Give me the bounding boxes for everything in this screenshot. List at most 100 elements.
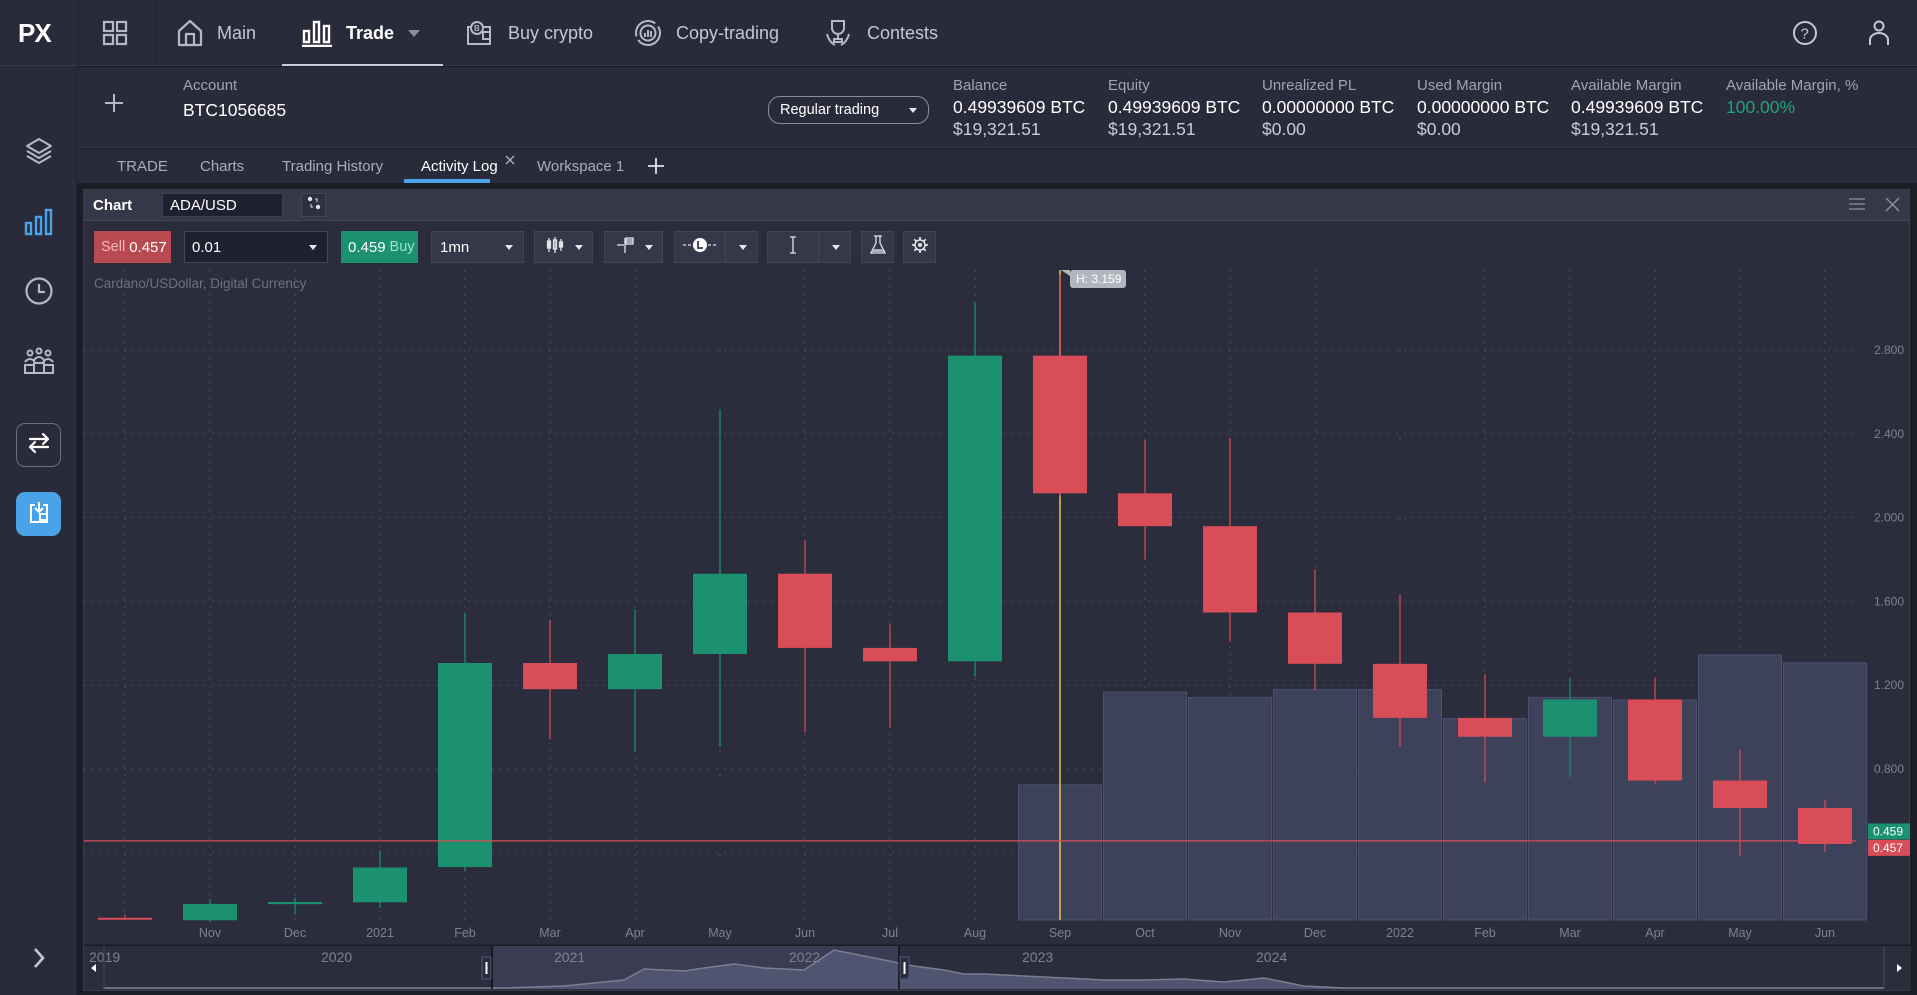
chevron-down-icon xyxy=(408,29,421,37)
nav-trade[interactable]: Trade xyxy=(302,0,421,66)
nav-main[interactable]: Main xyxy=(177,0,256,66)
candle-down xyxy=(778,573,832,648)
drawing-tools-select[interactable] xyxy=(674,231,758,263)
stat-used-margin: Used Margin 0.00000000 BTC $0.00 xyxy=(1417,77,1550,139)
candle-down xyxy=(1628,699,1682,781)
account-label: Account xyxy=(183,77,238,94)
timeframe-select[interactable]: 1mn xyxy=(431,231,524,263)
chart-subtitle: Cardano/USDollar, Digital Currency xyxy=(94,276,307,291)
x-axis-tick-label: 2022 xyxy=(1386,926,1414,940)
stat-equity: Equity 0.49939609 BTC $19,321.51 xyxy=(1108,77,1241,139)
line-tool-icon xyxy=(683,236,717,259)
nav-buy-crypto[interactable]: B Buy crypto xyxy=(464,0,593,66)
navigator-handle-grip xyxy=(485,962,488,974)
x-axis-tick-label: Feb xyxy=(454,926,476,940)
help-icon[interactable]: ? xyxy=(1792,20,1818,51)
left-sidebar xyxy=(0,66,77,995)
buy-button[interactable]: 0.459 Buy xyxy=(341,231,418,263)
cursor-tool-select[interactable] xyxy=(767,231,851,263)
chevron-down-icon xyxy=(309,245,317,250)
trading-mode-select[interactable]: Regular trading xyxy=(768,96,929,124)
navigator-year-label: 2019 xyxy=(89,949,120,965)
stat-unrealized-pl: Unrealized PL 0.00000000 BTC $0.00 xyxy=(1262,77,1395,139)
sell-price-label: 0.457 xyxy=(1873,841,1903,855)
x-axis-tick-label: May xyxy=(708,926,732,940)
chart-title: Chart xyxy=(93,197,133,214)
stat-available-margin-percent: Available Margin, % 100.00% xyxy=(1726,77,1859,117)
candle-down xyxy=(1798,807,1852,845)
chart-menu-icon[interactable] xyxy=(1849,197,1865,216)
sidebar-item-deposit[interactable] xyxy=(16,492,61,536)
account-id: BTC1056685 xyxy=(183,100,287,120)
nav-copy-trading[interactable]: Copy-trading xyxy=(634,0,779,66)
candle-up xyxy=(268,902,322,905)
swap-arrows-icon xyxy=(27,432,51,459)
studies-button[interactable] xyxy=(861,231,894,263)
indicators-select[interactable] xyxy=(604,231,663,263)
sidebar-expand-button[interactable] xyxy=(0,935,77,985)
tab-trading-history[interactable]: Trading History xyxy=(282,149,383,183)
sidebar-item-community[interactable] xyxy=(0,338,77,388)
user-icon[interactable] xyxy=(1867,20,1891,51)
y-axis-tick-label: 2.000 xyxy=(1874,511,1904,525)
tab-workspace-1[interactable]: Workspace 1 xyxy=(537,149,624,183)
px-logo[interactable]: PX xyxy=(18,18,52,49)
layers-icon xyxy=(24,136,54,171)
candle-down xyxy=(1713,780,1767,808)
candle-up xyxy=(438,662,492,868)
add-tab-button[interactable] xyxy=(648,158,664,179)
apps-grid-icon[interactable] xyxy=(102,20,128,51)
candle-down xyxy=(1373,663,1427,718)
symbol-input[interactable] xyxy=(162,193,283,217)
chart-type-select[interactable] xyxy=(534,231,593,263)
volume-bar xyxy=(1188,696,1272,921)
sell-button[interactable]: Sell 0.457 xyxy=(94,231,171,263)
x-axis-tick-label: 2021 xyxy=(366,926,394,940)
x-axis-tick-label: Mar xyxy=(539,926,561,940)
candle-up xyxy=(183,903,237,921)
close-tab-icon[interactable] xyxy=(505,152,515,170)
nav-contests[interactable]: Contests xyxy=(823,0,938,66)
x-axis-tick-label: Dec xyxy=(284,926,306,940)
wallet-bitcoin-icon: B xyxy=(464,19,494,47)
flask-icon xyxy=(869,234,886,260)
compare-symbols-button[interactable] xyxy=(301,193,326,217)
sidebar-item-transfer[interactable] xyxy=(16,423,61,467)
nav-divider xyxy=(155,0,156,66)
close-chart-icon[interactable] xyxy=(1885,197,1900,217)
compare-icon xyxy=(307,196,321,215)
x-axis-tick-label: Apr xyxy=(625,926,644,940)
chevron-down-icon xyxy=(505,245,513,250)
people-icon xyxy=(23,346,55,381)
y-axis-tick-label: 1.600 xyxy=(1874,594,1904,608)
copy-trading-icon xyxy=(634,19,662,47)
bar-chart-icon xyxy=(302,19,332,47)
chart-header: Chart xyxy=(84,190,1909,221)
tab-trade[interactable]: TRADE xyxy=(117,149,168,183)
tab-activity-log[interactable]: Activity Log xyxy=(421,149,498,183)
x-axis-tick-label: Oct xyxy=(1135,926,1155,940)
y-axis-tick-label: 0.800 xyxy=(1874,762,1904,776)
chevron-down-icon xyxy=(909,108,917,113)
chart-settings-button[interactable] xyxy=(903,231,936,263)
x-axis-tick-label: May xyxy=(1728,926,1752,940)
account-info[interactable]: Account BTC1056685 xyxy=(183,77,286,121)
y-axis-tick-label: 2.400 xyxy=(1874,427,1904,441)
add-account-button[interactable] xyxy=(104,93,124,118)
sidebar-item-history[interactable] xyxy=(0,268,77,318)
sidebar-item-layers[interactable] xyxy=(0,128,77,178)
candle-up xyxy=(693,573,747,654)
navigator-year-label: 2020 xyxy=(321,949,352,965)
candlestick-chart[interactable]: 2.800 2.400 2.000 1.600 1.200 0.800 0.459 0.457… xyxy=(84,270,1911,945)
workspace-tabs: TRADE Charts Trading History Activity Lo… xyxy=(77,149,1917,183)
candle-up xyxy=(1543,699,1597,737)
bar-chart-icon xyxy=(24,207,54,242)
tab-charts[interactable]: Charts xyxy=(200,149,244,183)
volume-bar xyxy=(1273,688,1357,921)
volume-bar xyxy=(1783,662,1867,921)
chart-navigator[interactable]: 2019 2020 2021 2022 2023 2024 xyxy=(84,945,1911,989)
sidebar-item-charts[interactable] xyxy=(0,199,77,249)
y-axis-tick-label: 2.800 xyxy=(1874,343,1904,357)
account-bar: Account BTC1056685 Regular trading Balan… xyxy=(77,67,1917,148)
quantity-select[interactable]: 0.01 xyxy=(184,231,328,263)
